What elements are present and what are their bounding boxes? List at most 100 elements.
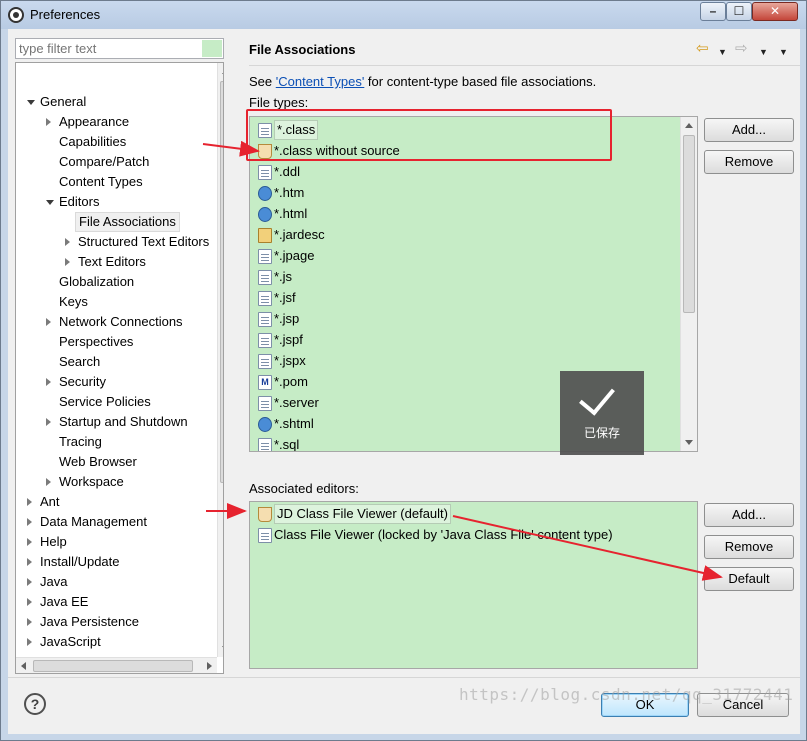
list-item-label: *.pom bbox=[274, 374, 308, 389]
toast-text: 已保存 bbox=[583, 426, 620, 440]
scroll-left-icon[interactable] bbox=[21, 662, 26, 670]
editor-add-button[interactable]: Add... bbox=[704, 503, 794, 527]
tree-item-label: Keys bbox=[59, 294, 88, 309]
globe-icon bbox=[258, 417, 272, 432]
editor-remove-button[interactable]: Remove bbox=[704, 535, 794, 559]
tree-item-label: Help bbox=[40, 534, 67, 549]
tree-item-label: Tracing bbox=[59, 434, 102, 449]
tree-item-label: JavaScript bbox=[40, 634, 101, 649]
scroll-down-icon[interactable] bbox=[222, 646, 223, 651]
clear-filter-icon[interactable] bbox=[202, 40, 222, 57]
tree-item-label: Globalization bbox=[59, 274, 135, 289]
class-file-icon bbox=[258, 528, 272, 543]
chevron-right-icon[interactable] bbox=[46, 118, 51, 126]
list-item-label: JD Class File Viewer (default) bbox=[274, 504, 451, 524]
tree-item-label: General bbox=[40, 94, 87, 109]
maximize-button[interactable]: ☐ bbox=[726, 2, 752, 21]
jsf-file-icon bbox=[258, 291, 272, 306]
chevron-right-icon[interactable] bbox=[46, 318, 51, 326]
ddl-file-icon bbox=[258, 165, 272, 180]
title-bar[interactable]: Preferences – ☐ ✕ bbox=[1, 1, 806, 29]
chevron-right-icon[interactable] bbox=[27, 498, 32, 506]
back-dropdown-icon[interactable]: ▼ bbox=[718, 44, 727, 60]
forward-dropdown-icon[interactable]: ▼ bbox=[759, 44, 768, 60]
list-item-label: *.server bbox=[274, 395, 319, 410]
chevron-right-icon[interactable] bbox=[27, 538, 32, 546]
chevron-right-icon[interactable] bbox=[27, 558, 32, 566]
chevron-right-icon[interactable] bbox=[65, 238, 70, 246]
html-file-icon bbox=[258, 186, 272, 201]
chevron-right-icon[interactable] bbox=[65, 258, 70, 266]
tree-item-label: Structured Text Editors bbox=[78, 234, 210, 249]
chevron-down-icon[interactable] bbox=[46, 200, 54, 205]
tree-item-label: File Associations bbox=[75, 212, 180, 232]
annotation-highlight-box bbox=[246, 109, 612, 161]
content-types-link[interactable]: 'Content Types' bbox=[276, 74, 365, 89]
help-icon[interactable]: ? bbox=[24, 693, 46, 715]
scroll-down-icon[interactable] bbox=[685, 440, 693, 445]
list-item-label: *.ddl bbox=[274, 164, 301, 179]
list-item-label: Class File Viewer (locked by 'Java Class… bbox=[274, 527, 613, 542]
scroll-thumb[interactable] bbox=[33, 660, 193, 672]
pom-file-icon: M bbox=[258, 375, 272, 390]
html-file-icon bbox=[258, 207, 272, 222]
back-arrow-icon[interactable]: ⇦ bbox=[696, 41, 709, 57]
chevron-right-icon[interactable] bbox=[27, 618, 32, 626]
chevron-right-icon[interactable] bbox=[27, 578, 32, 586]
tree-item-label: Java bbox=[40, 574, 68, 589]
scroll-thumb[interactable] bbox=[220, 81, 223, 483]
checkmark-icon bbox=[579, 378, 615, 416]
chevron-down-icon[interactable] bbox=[27, 100, 35, 105]
file-type-remove-button[interactable]: Remove bbox=[704, 150, 794, 174]
tree-vertical-scrollbar[interactable] bbox=[217, 63, 223, 657]
tree-item-label: Network Connections bbox=[59, 314, 183, 329]
tree-item-label: Appearance bbox=[59, 114, 130, 129]
tree-item-label: Java EE bbox=[40, 594, 89, 609]
tree-item-label: Perspectives bbox=[59, 334, 134, 349]
scroll-right-icon[interactable] bbox=[207, 662, 212, 670]
hint-suffix: for content-type based file associations… bbox=[364, 74, 597, 89]
list-item-label: *.jsf bbox=[274, 290, 296, 305]
chevron-right-icon[interactable] bbox=[46, 378, 51, 386]
sql-file-icon bbox=[258, 438, 272, 451]
tree-item-label: Search bbox=[59, 354, 101, 369]
scroll-thumb[interactable] bbox=[683, 135, 695, 313]
preferences-window: Preferences – ☐ ✕ General Appearance Capab… bbox=[0, 0, 807, 741]
tree-horizontal-scrollbar[interactable] bbox=[16, 657, 217, 673]
associated-editors-label: Associated editors: bbox=[249, 481, 359, 496]
tree-item-label: Install/Update bbox=[40, 554, 120, 569]
jsp-file-icon bbox=[258, 312, 272, 327]
tree-item-label: Data Management bbox=[40, 514, 147, 529]
chevron-right-icon[interactable] bbox=[27, 638, 32, 646]
chevron-right-icon[interactable] bbox=[27, 518, 32, 526]
editor-default-button[interactable]: Default bbox=[704, 567, 794, 591]
file-types-label: File types: bbox=[249, 95, 309, 110]
minimize-button[interactable]: – bbox=[700, 2, 726, 21]
filter-field[interactable] bbox=[15, 38, 224, 59]
associated-editors-list[interactable]: JD Class File Viewer (default) Class File… bbox=[249, 501, 698, 669]
tree-item-label: Ant bbox=[40, 494, 60, 509]
list-item-label: *.html bbox=[274, 206, 308, 221]
server-file-icon bbox=[258, 396, 272, 411]
tree-item-label: Text Editors bbox=[78, 254, 146, 269]
chevron-right-icon[interactable] bbox=[46, 418, 51, 426]
view-menu-icon[interactable]: ▼ bbox=[779, 44, 788, 60]
eclipse-icon bbox=[8, 7, 24, 23]
chevron-right-icon[interactable] bbox=[27, 598, 32, 606]
filter-input[interactable] bbox=[16, 39, 206, 58]
list-item-label: *.js bbox=[274, 269, 293, 284]
forward-arrow-icon[interactable]: ⇨ bbox=[735, 41, 748, 57]
chevron-right-icon[interactable] bbox=[46, 478, 51, 486]
tree-item-label: Startup and Shutdown bbox=[59, 414, 188, 429]
file-type-add-button[interactable]: Add... bbox=[704, 118, 794, 142]
close-button[interactable]: ✕ bbox=[752, 2, 798, 21]
file-types-scrollbar[interactable] bbox=[680, 117, 697, 451]
preference-tree[interactable]: General Appearance Capabilities Compare/Pat… bbox=[15, 62, 224, 674]
content-types-hint: See 'Content Types' for content-type bas… bbox=[249, 74, 596, 89]
tree-item-label: Workspace bbox=[59, 474, 124, 489]
list-item-label: *.sql bbox=[274, 437, 300, 452]
tree-item-label: Web Browser bbox=[59, 454, 137, 469]
scroll-up-icon[interactable] bbox=[222, 69, 223, 74]
scroll-up-icon[interactable] bbox=[685, 123, 693, 128]
tree-item-label: Compare/Patch bbox=[59, 154, 150, 169]
